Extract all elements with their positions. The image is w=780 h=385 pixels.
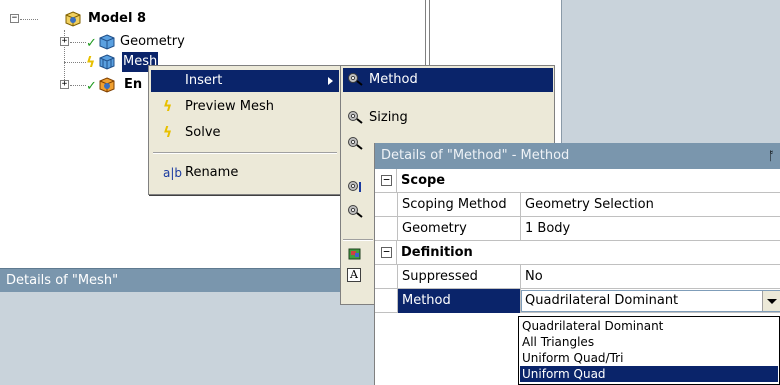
property-value[interactable]: 1 Body (521, 217, 780, 241)
dropdown-option[interactable]: Quadrilateral Dominant (520, 318, 778, 334)
rename-icon: a|b (163, 166, 183, 180)
collapse-icon[interactable]: − (381, 246, 392, 258)
context-menu: Insert ϟ Preview Mesh ϟ Solve a|b Rename (148, 65, 342, 195)
expand-icon[interactable]: + (60, 80, 69, 89)
property-name: Scoping Method (397, 193, 521, 217)
gear-icon (347, 110, 363, 124)
environment-icon (98, 77, 116, 93)
dropdown-button[interactable] (762, 291, 780, 311)
details-panel-header: Details of "Method" - Method ᚩ (375, 143, 780, 169)
submenu-arrow-icon (328, 77, 333, 85)
submenu-item-hidden-2[interactable] (343, 176, 373, 200)
tree-item-label: Model 8 (88, 11, 147, 26)
tree-connector (70, 42, 86, 43)
lightning-bolt-icon: ϟ (86, 55, 96, 71)
geometry-icon (98, 34, 116, 50)
expand-icon[interactable]: + (60, 37, 69, 46)
submenu-item-sizing[interactable]: Sizing (343, 106, 543, 130)
menu-item-label: Solve (185, 125, 221, 140)
gear-info-icon (347, 180, 363, 194)
tree-connector (20, 19, 38, 20)
section-title: Definition (401, 245, 473, 260)
details-row-geometry[interactable]: Geometry 1 Body (375, 217, 780, 241)
details-row-method[interactable]: Method Quadrilateral Dominant (375, 289, 780, 313)
submenu-item-method[interactable]: Method (343, 68, 553, 92)
tree-item-model[interactable]: − Model 8 (0, 9, 300, 29)
mesh-icon (98, 54, 116, 70)
dropdown-option[interactable]: All Triangles (520, 334, 778, 350)
property-value[interactable]: Geometry Selection (521, 193, 780, 217)
details-row-suppressed[interactable]: Suppressed No (375, 265, 780, 289)
gear-icon (347, 136, 363, 150)
checkmark-icon: ✓ (86, 36, 97, 51)
tree-item-label: Geometry (120, 34, 185, 49)
menu-separator (153, 152, 337, 154)
menu-item-label: Rename (185, 165, 239, 180)
submenu-item-hidden-3[interactable] (343, 200, 373, 224)
property-name: Geometry (397, 217, 521, 241)
collapse-icon[interactable]: − (10, 14, 19, 23)
section-definition[interactable]: − Definition (375, 241, 780, 265)
submenu-item-label: Method (369, 72, 418, 87)
method-dropdown-list: Quadrilateral Dominant All Triangles Uni… (518, 316, 780, 385)
menu-item-preview-mesh[interactable]: ϟ Preview Mesh (151, 96, 339, 118)
chevron-down-icon (767, 299, 777, 304)
gear-icon (347, 204, 363, 218)
collapse-icon[interactable]: − (381, 174, 392, 186)
section-title: Scope (401, 173, 446, 188)
method-select[interactable]: Quadrilateral Dominant (521, 290, 780, 312)
checkmark-icon: ✓ (86, 79, 97, 94)
dropdown-option-selected[interactable]: Uniform Quad (520, 366, 778, 382)
submenu-item-label: Sizing (369, 110, 408, 125)
property-name: Suppressed (397, 265, 521, 289)
tree-connector (70, 85, 86, 86)
tree-item-label: En (124, 77, 143, 92)
lightning-bolt-icon: ϟ (163, 125, 173, 141)
pin-icon[interactable]: ᚩ (768, 143, 775, 169)
menu-item-solve[interactable]: ϟ Solve (151, 122, 339, 144)
model-icon (64, 11, 82, 27)
section-scope[interactable]: − Scope (375, 169, 780, 193)
lightning-bolt-icon: ϟ (163, 99, 173, 115)
property-name: Method (397, 289, 521, 313)
gear-icon (347, 72, 363, 86)
menu-item-label: Preview Mesh (185, 99, 274, 114)
submenu-item-hidden-4[interactable] (343, 242, 373, 266)
submenu-item-hidden-1[interactable] (343, 132, 373, 156)
tree-item-geometry[interactable]: + ✓ Geometry (0, 32, 300, 52)
details-row-scoping-method[interactable]: Scoping Method Geometry Selection (375, 193, 780, 217)
menu-item-insert[interactable]: Insert (151, 70, 339, 92)
mesh-details-header: Details of "Mesh" (0, 268, 345, 292)
tree-connector (64, 62, 86, 63)
text-box-icon: A (347, 268, 361, 282)
submenu-item-hidden-5[interactable]: A (343, 264, 373, 288)
dropdown-option[interactable]: Uniform Quad/Tri (520, 350, 778, 366)
property-value[interactable]: No (521, 265, 780, 289)
details-title: Details of "Method" - Method (381, 148, 570, 163)
selected-value: Quadrilateral Dominant (525, 293, 679, 308)
menu-item-label: Insert (185, 73, 223, 88)
submenu-separator (343, 239, 373, 241)
menu-item-rename[interactable]: a|b Rename (151, 162, 339, 184)
